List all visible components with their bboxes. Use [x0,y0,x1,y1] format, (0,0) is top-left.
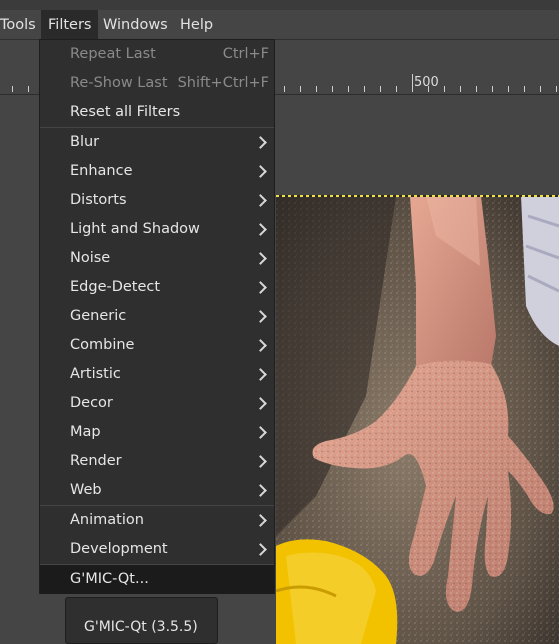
submenu-arrow-icon [254,223,267,236]
menu-item-label: Edge-Detect [70,279,161,295]
menu-windows[interactable]: Windows [96,10,175,39]
photo-hand-in-sand [276,196,559,644]
tooltip-text: G'MIC-Qt (3.5.5) [84,619,198,635]
ruler-tick [524,86,525,92]
menu-item-label: Enhance [70,163,133,179]
submenu-arrow-icon [254,165,267,178]
menu-item-label: Distorts [70,192,127,208]
ruler-tick [540,86,541,92]
ruler-tick [364,86,365,92]
ruler-tick [28,86,29,92]
menu-item-decor[interactable]: Decor [40,389,274,418]
ruler-tick [396,86,397,92]
submenu-arrow-icon [254,252,267,265]
menu-item-noise[interactable]: Noise [40,244,274,273]
ruler-tick [492,86,493,92]
ruler-label: 500 [414,75,439,90]
submenu-arrow-icon [254,455,267,468]
menu-item-label: Generic [70,308,127,324]
menubar: Tools Filters Windows Help [0,10,559,40]
menu-item-label: Render [70,453,122,469]
ruler-tick [444,86,445,92]
menu-tools[interactable]: Tools [0,10,43,39]
ruler-tick [428,86,429,92]
ruler-tick [316,86,317,92]
submenu-arrow-icon [254,194,267,207]
menu-item-shortcut: Shift+Ctrl+F [177,75,269,91]
menu-item-label: Web [70,482,102,498]
submenu-arrow-icon [254,368,267,381]
menu-item-development[interactable]: Development [40,535,274,564]
submenu-arrow-icon [254,310,267,323]
menu-item-label: Combine [70,337,135,353]
menu-item-generic[interactable]: Generic [40,302,274,331]
ruler-tick [476,86,477,92]
filters-dropdown-menu: Repeat Last Ctrl+F Re-Show Last Shift+Ctrl+… [39,39,275,594]
menu-item-label: Light and Shadow [70,221,200,237]
ruler-tick [284,86,285,92]
menu-item-label: Reset all Filters [70,104,181,120]
menu-item-blur[interactable]: Blur [40,128,274,157]
submenu-arrow-icon [254,397,267,410]
menu-item-animation[interactable]: Animation [40,506,274,535]
ruler-tick [556,86,557,92]
menu-item-enhance[interactable]: Enhance [40,157,274,186]
menu-item-combine[interactable]: Combine [40,331,274,360]
menu-item-repeat-last[interactable]: Repeat Last Ctrl+F [40,40,274,69]
menu-item-label: Noise [70,250,111,266]
menu-item-label: Development [70,541,168,557]
ruler-tick [300,86,301,92]
ruler-tick [12,86,13,92]
menu-item-distorts[interactable]: Distorts [40,186,274,215]
submenu-arrow-icon [254,136,267,149]
ruler-tick [508,86,509,92]
menu-item-label: Blur [70,134,100,150]
ruler-tick [412,74,413,92]
menu-item-label: Map [70,424,101,440]
tooltip-gmic-version: G'MIC-Qt (3.5.5) [65,597,218,644]
ruler-tick [460,86,461,92]
ruler-tick [348,86,349,92]
menu-item-label: Artistic [70,366,121,382]
menu-item-shortcut: Ctrl+F [222,46,269,62]
menu-item-label: Decor [70,395,113,411]
submenu-arrow-icon [254,339,267,352]
ruler-tick [332,86,333,92]
menu-item-light-and-shadow[interactable]: Light and Shadow [40,215,274,244]
menu-item-label: G'MIC-Qt... [70,571,149,587]
menu-item-web[interactable]: Web [40,476,274,505]
menu-item-label: Repeat Last [70,46,156,62]
menu-help[interactable]: Help [173,10,220,39]
submenu-arrow-icon [254,514,267,527]
menu-item-render[interactable]: Render [40,447,274,476]
menu-item-reset-all-filters[interactable]: Reset all Filters [40,98,274,127]
menu-item-label: Animation [70,512,144,528]
menu-filters[interactable]: Filters [41,10,99,39]
image-canvas[interactable] [276,196,559,644]
submenu-arrow-icon [254,426,267,439]
menu-item-re-show-last[interactable]: Re-Show Last Shift+Ctrl+F [40,69,274,98]
menu-item-label: Re-Show Last [70,75,168,91]
menu-item-g-mic-qt[interactable]: G'MIC-Qt... [40,565,274,594]
menu-item-edge-detect[interactable]: Edge-Detect [40,273,274,302]
window-top-strip [0,0,559,10]
menu-item-map[interactable]: Map [40,418,274,447]
selection-boundary [276,195,559,197]
menu-item-artistic[interactable]: Artistic [40,360,274,389]
ruler-tick [380,86,381,92]
submenu-arrow-icon [254,484,267,497]
submenu-arrow-icon [254,543,267,556]
submenu-arrow-icon [254,281,267,294]
